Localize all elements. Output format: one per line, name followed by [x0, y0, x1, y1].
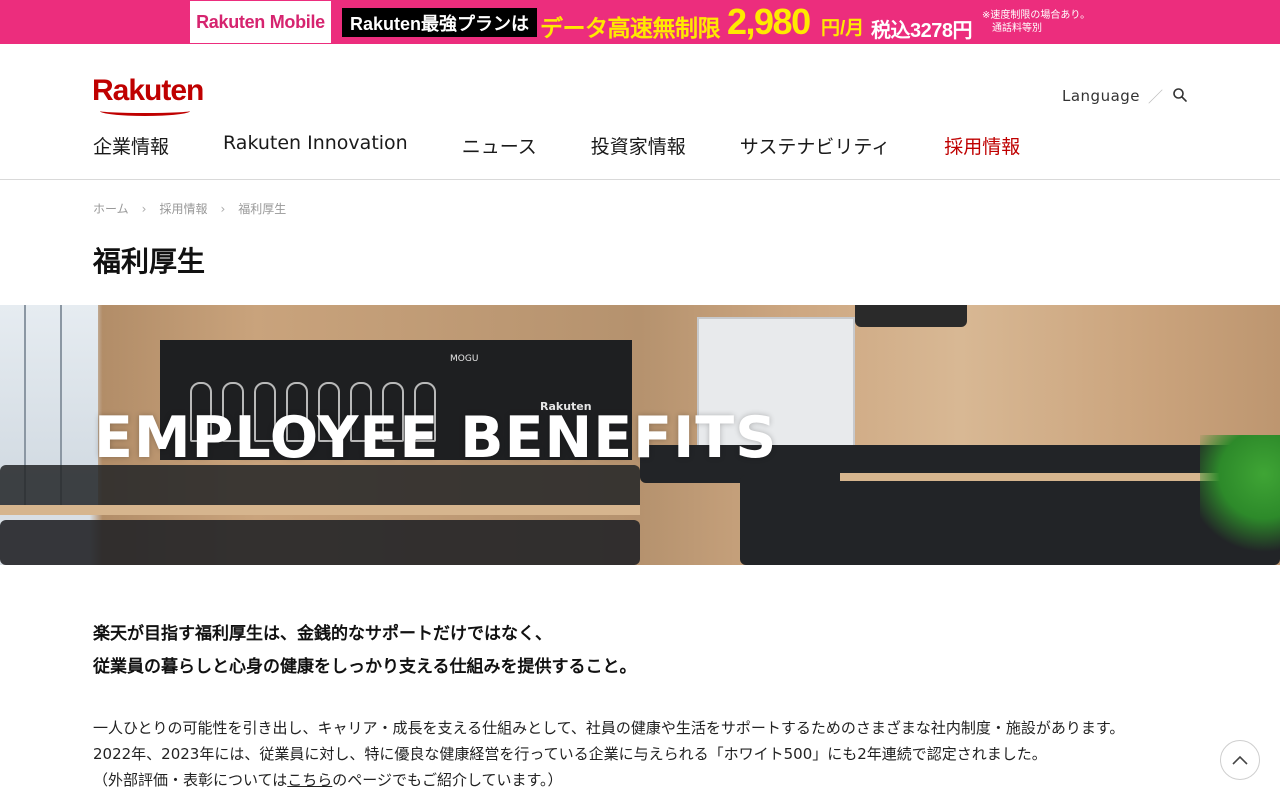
intro-lead-line: 従業員の暮らしと心身の健康をしっかり支える仕組みを提供すること。: [93, 657, 637, 677]
breadcrumb-current: 福利厚生: [238, 202, 287, 216]
promo-plan-label: Rakuten最強プランは: [342, 8, 538, 37]
breadcrumb: ホーム › 採用情報 › 福利厚生: [93, 200, 286, 217]
promo-tax-price: 税込3278円: [871, 20, 973, 42]
header-separator: ／: [1148, 88, 1164, 106]
promo-price-unit: 円/月: [821, 18, 865, 39]
main-nav: 企業情報 Rakuten Innovation ニュース 投資家情報 サステナビ…: [93, 132, 1074, 159]
hero-seating: [0, 520, 640, 565]
hero-bench: [740, 475, 1280, 565]
intro-lead-line: 楽天が目指す福利厚生は、金銭的なサポートだけではなく、: [93, 624, 552, 644]
hero-table: [0, 505, 640, 515]
promo-price: 2,980: [727, 1, 811, 42]
nav-item-company[interactable]: 企業情報: [93, 132, 169, 159]
hero-image: Rakuten MOGU EMPLOYEE BENEFITS: [0, 305, 1280, 565]
breadcrumb-home[interactable]: ホーム: [93, 200, 129, 217]
promo-note: ※速度制限の場合あり。 通話料等別: [982, 9, 1090, 35]
chevron-right-icon: ›: [141, 201, 147, 216]
intro-body: 一人ひとりの可能性を引き出し、キャリア・成長を支える仕組みとして、社員の健康や生…: [93, 715, 1124, 793]
intro-body-text: のページでもご紹介しています。）: [332, 771, 563, 789]
nav-item-investors[interactable]: 投資家情報: [591, 132, 686, 159]
promo-note-line: 通話料等別: [992, 23, 1042, 34]
promo-banner[interactable]: Rakuten Mobile Rakuten最強プランは データ高速無制限 2,…: [0, 0, 1280, 44]
intro-body-line: 一人ひとりの可能性を引き出し、キャリア・成長を支える仕組みとして、社員の健康や生…: [93, 719, 1125, 737]
hero-title: EMPLOYEE BENEFITS: [94, 405, 778, 471]
rakuten-logo[interactable]: Rakuten: [92, 74, 204, 108]
promo-note-line: ※速度制限の場合あり。: [982, 10, 1091, 21]
nav-item-news[interactable]: ニュース: [462, 132, 537, 159]
logo-swoosh: [100, 106, 190, 116]
nav-item-rakuten-innovation[interactable]: Rakuten Innovation: [223, 132, 408, 159]
back-to-top-button[interactable]: [1220, 740, 1260, 780]
promo-headline: データ高速無制限: [540, 15, 721, 41]
chevron-right-icon: ›: [220, 201, 226, 216]
hero-plant: [1200, 435, 1280, 565]
promo-brand-logo: Rakuten Mobile: [190, 1, 331, 43]
hero-lamp: [855, 305, 967, 327]
nav-item-careers[interactable]: 採用情報: [944, 132, 1020, 159]
site-header: Rakuten Language ／ 企業情報 Rakuten Innovati…: [0, 44, 1280, 180]
page-title: 福利厚生: [93, 245, 206, 278]
external-awards-link[interactable]: こちら: [287, 771, 332, 789]
breadcrumb-careers[interactable]: 採用情報: [159, 200, 207, 217]
hero-chalk-text: MOGU: [450, 354, 479, 364]
nav-item-sustainability[interactable]: サステナビリティ: [740, 132, 890, 159]
search-icon[interactable]: [1172, 87, 1188, 103]
intro-body-line: （外部評価・表彰についてはこちらのページでもご紹介しています。）: [93, 767, 1124, 793]
intro-lead: 楽天が目指す福利厚生は、金銭的なサポートだけではなく、 従業員の暮らしと心身の健…: [93, 618, 637, 684]
chevron-up-icon: [1232, 755, 1248, 765]
language-link[interactable]: Language: [1062, 87, 1140, 105]
intro-body-line: 2022年、2023年には、従業員に対し、特に優良な健康経営を行っている企業に与…: [93, 745, 1047, 763]
intro-body-text: （外部評価・表彰については: [93, 771, 288, 789]
